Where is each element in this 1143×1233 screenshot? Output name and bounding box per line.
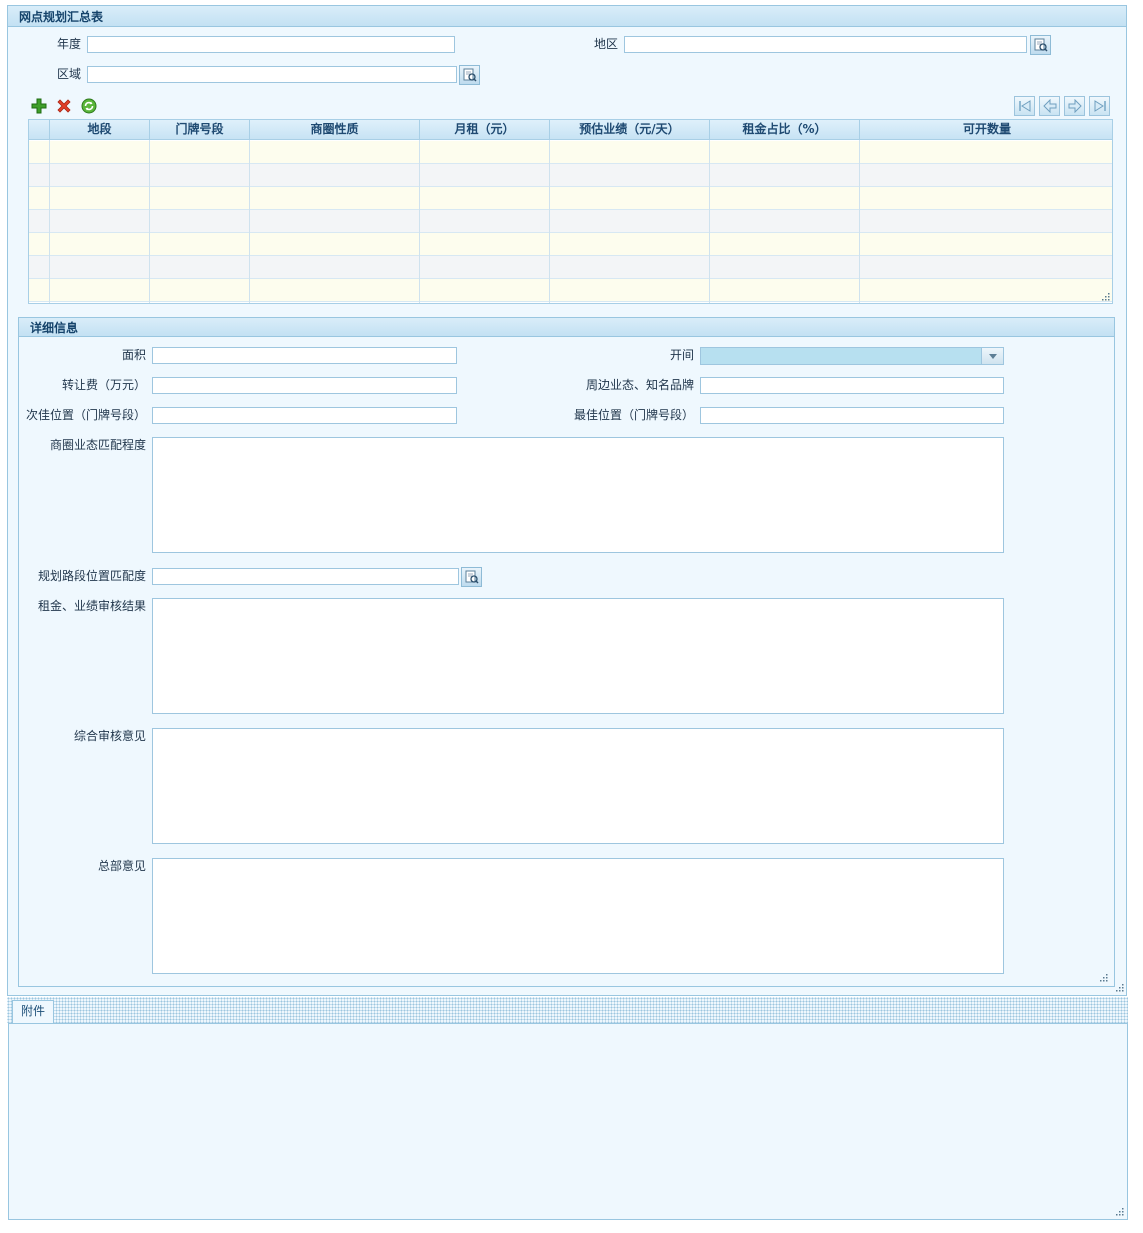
table-row[interactable] (29, 164, 1112, 187)
grid-divider (709, 140, 710, 303)
refresh-icon (81, 98, 97, 114)
grid-header-rownum (29, 120, 50, 140)
first-page-icon (1018, 100, 1030, 112)
grid-divider (419, 140, 420, 303)
region-input[interactable] (624, 36, 1027, 53)
hq-opinion-label: 总部意见 (97, 859, 146, 873)
prev-page-icon (1042, 99, 1056, 113)
grid-header-cell[interactable]: 预估业绩（元/天） (550, 120, 710, 140)
table-row[interactable] (29, 233, 1112, 256)
grid-divider (859, 140, 860, 303)
business-match-textarea[interactable] (152, 437, 1004, 553)
area-size-label: 面积 (121, 348, 146, 362)
overall-opinion-textarea[interactable] (152, 728, 1004, 844)
grid-header-cell[interactable]: 月租（元） (420, 120, 550, 140)
area-lookup-button[interactable] (459, 65, 480, 85)
last-page-icon (1094, 100, 1106, 112)
grid-header-cell[interactable]: 门牌号段 (150, 120, 250, 140)
table-row[interactable] (29, 210, 1112, 233)
summary-panel-title: 网点规划汇总表 (8, 6, 1126, 27)
attachment-tab-strip (7, 997, 1128, 1023)
rent-review-label: 租金、业绩审核结果 (37, 599, 146, 613)
transfer-fee-label: 转让费（万元） (61, 378, 146, 392)
nearby-brands-label: 周边业态、知名品牌 (585, 378, 694, 392)
delete-icon (57, 99, 71, 113)
attachment-panel (8, 1023, 1128, 1220)
delete-row-button[interactable] (55, 97, 73, 115)
area-label: 区域 (56, 67, 81, 81)
overall-opinion-label: 综合审核意见 (73, 729, 146, 743)
dropdown-arrow[interactable] (981, 348, 1003, 364)
rent-review-textarea[interactable] (152, 598, 1004, 714)
bays-select[interactable] (700, 347, 1004, 365)
first-page-button[interactable] (1014, 96, 1035, 116)
grid-header: 地段 门牌号段 商圈性质 月租（元） 预估业绩（元/天） 租金占比（%） 可开数… (29, 120, 1112, 140)
prev-page-button[interactable] (1039, 96, 1060, 116)
next-page-icon (1068, 99, 1082, 113)
chevron-down-icon (989, 354, 997, 359)
bays-label: 开间 (669, 348, 694, 362)
second-best-input[interactable] (152, 407, 457, 424)
region-lookup-button[interactable] (1030, 35, 1051, 55)
resize-grip-icon[interactable] (1114, 982, 1124, 992)
grid-divider (49, 140, 50, 303)
last-page-button[interactable] (1089, 96, 1110, 116)
grid-header-cell[interactable]: 租金占比（%） (710, 120, 860, 140)
grid-header-cell[interactable]: 商圈性质 (250, 120, 420, 140)
plus-icon (31, 98, 47, 114)
resize-grip-icon[interactable] (1100, 291, 1110, 301)
refresh-button[interactable] (80, 97, 98, 115)
best-position-label: 最佳位置（门牌号段） (573, 408, 694, 422)
plan-match-input[interactable] (152, 568, 459, 585)
region-label: 地区 (593, 37, 618, 51)
best-position-input[interactable] (700, 407, 1004, 424)
plan-match-lookup-button[interactable] (461, 567, 482, 587)
lookup-icon (463, 68, 477, 82)
hq-opinion-textarea[interactable] (152, 858, 1004, 974)
table-row[interactable] (29, 279, 1112, 302)
year-input[interactable] (87, 36, 455, 53)
tab-attachment[interactable]: 附件 (12, 1000, 54, 1024)
lookup-icon (465, 570, 479, 584)
table-row[interactable] (29, 187, 1112, 210)
second-best-label: 次佳位置（门牌号段） (25, 408, 146, 422)
lookup-icon (1034, 38, 1048, 52)
grid-header-cell[interactable]: 地段 (50, 120, 150, 140)
grid-divider (549, 140, 550, 303)
grid-divider (249, 140, 250, 303)
detail-panel-title: 详细信息 (19, 318, 1114, 337)
resize-grip-icon[interactable] (1098, 972, 1108, 982)
next-page-button[interactable] (1064, 96, 1085, 116)
nearby-brands-input[interactable] (700, 377, 1004, 394)
grid-header-cell[interactable]: 可开数量 (860, 120, 1112, 140)
business-match-label: 商圈业态匹配程度 (49, 438, 146, 452)
grid-divider (149, 140, 150, 303)
year-label: 年度 (56, 37, 81, 51)
resize-grip-icon[interactable] (1114, 1206, 1124, 1216)
area-size-input[interactable] (152, 347, 457, 364)
area-input[interactable] (87, 66, 457, 83)
table-row[interactable] (29, 256, 1112, 279)
plan-match-label: 规划路段位置匹配度 (37, 569, 146, 583)
add-row-button[interactable] (30, 97, 48, 115)
transfer-fee-input[interactable] (152, 377, 457, 394)
table-row[interactable] (29, 141, 1112, 164)
summary-grid[interactable]: 地段 门牌号段 商圈性质 月租（元） 预估业绩（元/天） 租金占比（%） 可开数… (28, 119, 1113, 304)
